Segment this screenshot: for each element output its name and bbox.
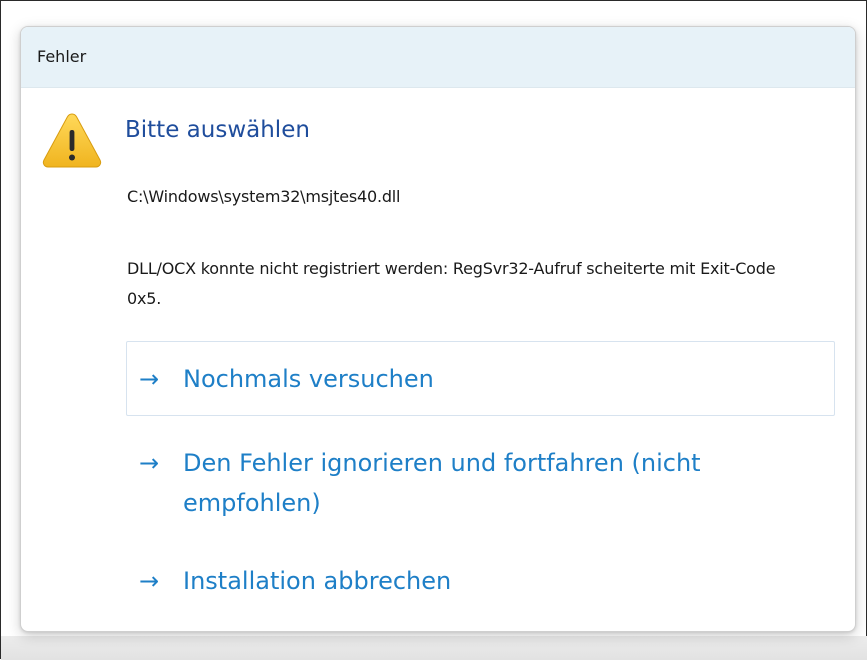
cancel-install-label: Installation abbrechen: [183, 567, 452, 595]
screenshot-frame: Fehler Bitte auswählen C:\Windows\system…: [0, 0, 867, 660]
file-path: C:\Windows\system32\msjtes40.dll: [127, 187, 401, 206]
ignore-label: Den Fehler ignorieren und fortfahren (ni…: [183, 449, 701, 517]
desktop-backdrop: [1, 636, 867, 660]
dialog-heading: Bitte auswählen: [125, 117, 310, 143]
arrow-right-icon: →: [139, 365, 160, 393]
cancel-install-command-link[interactable]: → Installation abbrechen: [126, 554, 835, 609]
title-bar[interactable]: Fehler: [21, 27, 855, 88]
warning-icon: [42, 113, 102, 168]
retry-command-link[interactable]: → Nochmals versuchen: [126, 341, 835, 416]
error-dialog: Fehler Bitte auswählen C:\Windows\system…: [20, 26, 856, 632]
error-message: DLL/OCX konnte nicht registriert werden:…: [127, 259, 776, 308]
ignore-command-link[interactable]: → Den Fehler ignorieren und fortfahren (…: [126, 437, 835, 527]
window-title: Fehler: [37, 47, 87, 66]
arrow-right-icon: →: [139, 567, 160, 595]
arrow-right-icon: →: [139, 449, 160, 477]
retry-label: Nochmals versuchen: [183, 365, 434, 393]
